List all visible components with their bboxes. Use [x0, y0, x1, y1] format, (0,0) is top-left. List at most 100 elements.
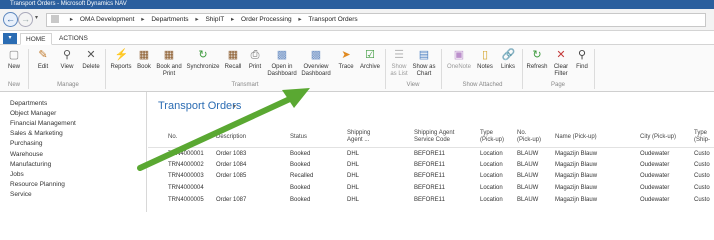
chevron-right-icon: ▸ [69, 16, 74, 23]
refresh-icon: ↻ [532, 49, 542, 61]
cell-no[interactable]: TRN4000001 [168, 151, 204, 157]
cell-status: Booked [290, 197, 311, 203]
clear-filter-button[interactable]: ✕ Clear Filter [550, 49, 572, 78]
cell-city-pickup: Oudewater [640, 185, 670, 191]
cell-type-ship: Custo [694, 173, 710, 179]
breadcrumb-item[interactable]: ShipIT [205, 16, 224, 23]
cell-status: Booked [290, 162, 311, 168]
group-divider [522, 49, 523, 89]
chevron-right-icon: ▸ [195, 16, 199, 23]
cell-agent: DHL [347, 173, 360, 179]
cell-no[interactable]: TRN4000002 [168, 162, 204, 168]
group-label-new: New [7, 82, 20, 88]
column-header-no[interactable]: No. [168, 134, 177, 141]
book-and-print-button[interactable]: ▦ Book and Print [154, 49, 184, 78]
overview-dashboard-button[interactable]: ▩ Overview Dashboard [300, 49, 332, 78]
breadcrumb-item[interactable]: Transport Orders [308, 16, 357, 23]
view-icon: ⚲ [62, 49, 72, 61]
navigation-pane: Departments Object Manager Financial Man… [0, 92, 147, 212]
recall-button[interactable]: ▦ Recall [222, 49, 244, 71]
cell-name-pickup: Magazijn Blauw [555, 162, 598, 168]
cell-no[interactable]: TRN4000005 [168, 197, 204, 203]
list-icon: ☰ [394, 49, 404, 61]
recall-icon: ▦ [227, 49, 239, 61]
nav-item-financial-management[interactable]: Financial Management [10, 120, 76, 127]
cell-agent: DHL [347, 197, 360, 203]
cell-description: Order 1083 [216, 151, 247, 157]
book-icon: ▦ [138, 49, 150, 61]
breadcrumb-item[interactable]: OMA Development [80, 16, 135, 23]
cell-type-ship: Custo [694, 162, 710, 168]
nav-item-purchasing[interactable]: Purchasing [10, 140, 43, 147]
cell-no[interactable]: TRN4000004 [168, 185, 204, 191]
cell-city-pickup: Oudewater [640, 162, 670, 168]
group-label-show-attached: Show Attached [462, 82, 503, 88]
nav-item-resource-planning[interactable]: Resource Planning [10, 181, 65, 188]
cell-agent: DHL [347, 151, 360, 157]
group-divider [28, 49, 29, 89]
column-header-shipping-agent[interactable]: Shipping Agent ... [347, 130, 370, 144]
cell-name-pickup: Magazijn Blauw [555, 185, 598, 191]
breadcrumb-item[interactable]: Departments [151, 16, 188, 23]
new-button[interactable]: ▢ New [4, 49, 24, 71]
home-icon[interactable] [51, 15, 59, 24]
dashboard-icon: ▩ [310, 49, 322, 61]
group-divider [441, 49, 442, 89]
cell-status: Booked [290, 151, 311, 157]
cell-no-pickup: BLAUW [517, 197, 539, 203]
forward-icon[interactable]: → [18, 12, 33, 27]
nav-item-warehouse[interactable]: Warehouse [10, 151, 43, 158]
cell-service: BEFORE11 [414, 162, 445, 168]
nav-item-jobs[interactable]: Jobs [10, 171, 24, 178]
synchronize-button[interactable]: ↻ Synchronize [185, 49, 221, 71]
book-icon: ▦ [163, 49, 175, 61]
cell-description: Order 1087 [216, 197, 247, 203]
nav-item-manufacturing[interactable]: Manufacturing [10, 161, 51, 168]
delete-button[interactable]: ✕ Delete [80, 49, 102, 71]
edit-icon: ✎ [38, 49, 48, 61]
edit-button[interactable]: ✎ Edit [33, 49, 53, 71]
nav-item-sales-marketing[interactable]: Sales & Marketing [10, 130, 63, 137]
cell-type-ship: Custo [694, 185, 710, 191]
application-menu-button[interactable]: ▾ [3, 33, 17, 44]
show-as-chart-button[interactable]: ▤ Show as Chart [411, 49, 437, 78]
trace-button[interactable]: ➤ Trace [335, 49, 357, 71]
links-button[interactable]: 🔗 Links [497, 49, 519, 71]
column-header-status[interactable]: Status [290, 134, 307, 141]
nav-item-object-manager[interactable]: Object Manager [10, 110, 56, 117]
breadcrumb-item[interactable]: Order Processing [241, 16, 292, 23]
print-button[interactable]: ⎙ Print [245, 49, 265, 71]
cell-type: Location [480, 197, 503, 203]
column-header-no-pickup[interactable]: No. (Pick-up) [517, 130, 541, 144]
column-header-type-pickup[interactable]: Type (Pick-up) [480, 130, 504, 144]
column-header-name-pickup[interactable]: Name (Pick-up) [555, 134, 597, 141]
view-button[interactable]: ⚲ View [56, 49, 78, 71]
reports-button[interactable]: ⚡ Reports [108, 49, 134, 71]
find-button[interactable]: ⚲ Find [573, 49, 591, 71]
tab-actions[interactable]: ACTIONS [54, 33, 93, 45]
back-icon[interactable]: ← [3, 12, 18, 27]
group-label-transmart: Transmart [231, 82, 259, 88]
chevron-down-icon[interactable]: ▾ [233, 103, 236, 110]
notes-button[interactable]: ▯ Notes [474, 49, 496, 71]
column-header-service-code[interactable]: Shipping Agent Service Code [414, 130, 454, 144]
onenote-button[interactable]: ▣ OneNote [445, 49, 473, 71]
tab-home[interactable]: HOME [20, 33, 52, 45]
cell-name-pickup: Magazijn Blauw [555, 151, 598, 157]
history-dropdown-icon[interactable]: ▾ [35, 14, 38, 21]
nav-item-service[interactable]: Service [10, 191, 32, 198]
cell-no[interactable]: TRN4000003 [168, 173, 204, 179]
header-divider [148, 147, 714, 148]
column-header-type-ship[interactable]: Type (Ship- [694, 130, 710, 144]
book-button[interactable]: ▦ Book [134, 49, 154, 71]
cell-status: Booked [290, 185, 311, 191]
show-as-list-button[interactable]: ☰ Show as List [388, 49, 410, 78]
cell-city-pickup: Oudewater [640, 151, 670, 157]
column-header-description[interactable]: Description [216, 134, 246, 141]
column-header-city-pickup[interactable]: City (Pick-up) [640, 134, 676, 141]
open-in-dashboard-button[interactable]: ▩ Open in Dashboard [266, 49, 298, 78]
archive-button[interactable]: ☑ Archive [358, 49, 382, 71]
cell-status: Recalled [290, 173, 314, 179]
refresh-button[interactable]: ↻ Refresh [525, 49, 549, 71]
nav-item-departments[interactable]: Departments [10, 100, 47, 107]
